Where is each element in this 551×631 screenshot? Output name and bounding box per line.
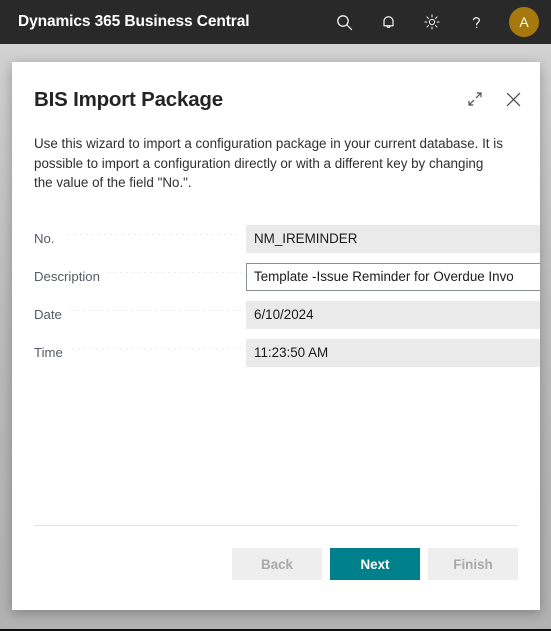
topbar-actions: A <box>331 7 539 37</box>
field-row-description: Description Template -Issue Reminder for… <box>34 262 540 291</box>
finish-button[interactable]: Finish <box>428 548 518 580</box>
leader-dots-time <box>70 348 242 349</box>
back-button[interactable]: Back <box>232 548 322 580</box>
expand-icon[interactable] <box>464 88 486 110</box>
bell-icon[interactable] <box>375 9 401 35</box>
leader-dots-date <box>69 310 242 311</box>
field-label-description: Description <box>34 269 100 284</box>
import-package-form: No. NM_IREMINDER Description Template -I… <box>12 224 540 367</box>
description-input[interactable]: Template -Issue Reminder for Overdue Inv… <box>246 262 540 291</box>
time-input[interactable]: 11:23:50 AM <box>246 338 540 367</box>
field-label-group-date: Date <box>34 307 246 322</box>
help-icon[interactable] <box>463 9 489 35</box>
bis-import-package-dialog: BIS Import Package Use this wizard to im… <box>12 62 540 610</box>
field-row-date: Date 6/10/2024 <box>34 300 540 329</box>
avatar[interactable]: A <box>509 7 539 37</box>
field-label-time: Time <box>34 345 63 360</box>
app-title: Dynamics 365 Business Central <box>18 13 250 30</box>
dialog-header-actions <box>464 88 524 110</box>
page-title: BIS Import Package <box>34 88 223 111</box>
wizard-navigation-buttons: Back Next Finish <box>34 548 518 580</box>
no-input[interactable]: NM_IREMINDER <box>246 224 540 253</box>
field-label-no: No. <box>34 231 55 246</box>
gear-icon[interactable] <box>419 9 445 35</box>
avatar-initial: A <box>519 14 529 30</box>
field-label-group-time: Time <box>34 345 246 360</box>
next-button[interactable]: Next <box>330 548 420 580</box>
leader-dots-no <box>62 234 242 235</box>
field-label-group-no: No. <box>34 231 246 246</box>
footer-divider <box>34 525 518 526</box>
close-icon[interactable] <box>502 88 524 110</box>
leader-dots-description <box>107 272 242 273</box>
field-label-date: Date <box>34 307 62 322</box>
field-label-group-description: Description <box>34 269 246 284</box>
date-input[interactable]: 6/10/2024 <box>246 300 540 329</box>
dialog-footer: Back Next Finish <box>12 525 540 610</box>
field-row-time: Time 11:23:50 AM <box>34 338 540 367</box>
dialog-header: BIS Import Package <box>12 62 540 112</box>
field-row-no: No. NM_IREMINDER <box>34 224 540 253</box>
wizard-description: Use this wizard to import a configuratio… <box>34 136 503 190</box>
app-topbar: Dynamics 365 Business Central A <box>0 0 551 44</box>
search-icon[interactable] <box>331 9 357 35</box>
